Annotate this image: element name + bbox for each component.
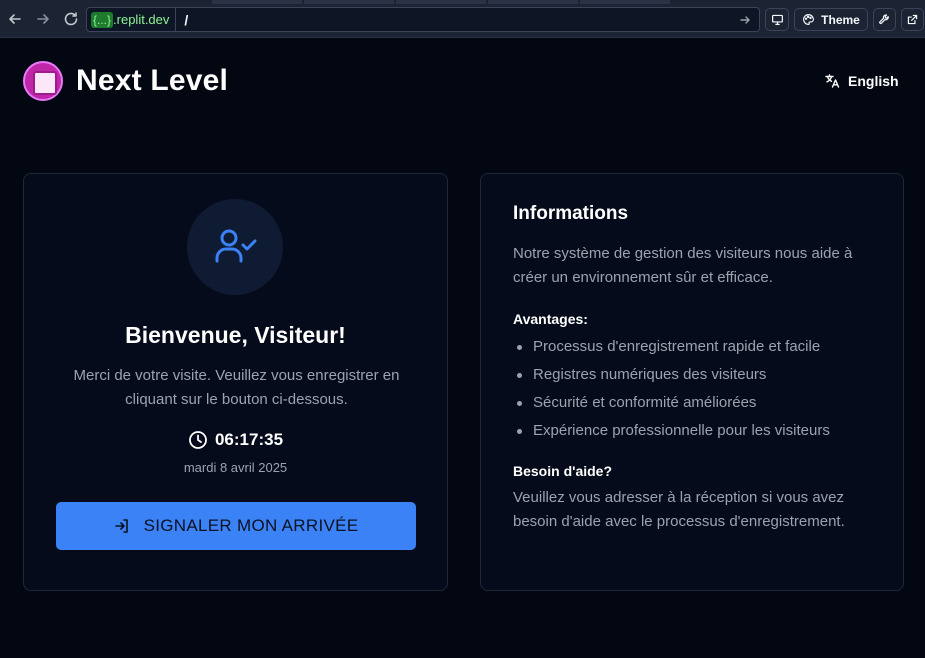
- url-path: /: [184, 11, 189, 28]
- checkin-button[interactable]: SIGNALER MON ARRIVÉE: [56, 502, 416, 550]
- info-title: Informations: [513, 203, 629, 224]
- list-item: Registres numériques des visiteurs: [513, 361, 888, 389]
- devtools-button[interactable]: [873, 8, 896, 31]
- monitor-icon: [771, 14, 783, 25]
- forward-button[interactable]: [33, 9, 53, 29]
- language-button[interactable]: English: [818, 68, 905, 94]
- reload-icon: [64, 12, 78, 26]
- current-date: mardi 8 avril 2025: [183, 460, 288, 475]
- clock-icon: [189, 431, 207, 449]
- list-item: Sécurité et conformité améliorées: [513, 389, 888, 417]
- open-new-tab-button[interactable]: [901, 8, 924, 31]
- welcome-text: Merci de votre visite. Veuillez vous enr…: [73, 367, 400, 408]
- language-label: English: [848, 73, 899, 89]
- welcome-card: Bienvenue, Visiteur! Merci de votre visi…: [23, 173, 448, 591]
- wrench-icon: [879, 14, 889, 25]
- welcome-title: Bienvenue, Visiteur!: [125, 322, 346, 348]
- translate-icon: [825, 74, 840, 88]
- url-badge: {...}: [91, 11, 114, 28]
- device-preview-button[interactable]: [765, 8, 789, 31]
- benefits-title: Avantages:: [513, 311, 588, 327]
- info-description: Notre système de gestion des visiteurs n…: [513, 245, 853, 286]
- reload-button[interactable]: [61, 9, 81, 29]
- checkin-label: SIGNALER MON ARRIVÉE: [143, 516, 359, 535]
- palette-icon: [803, 14, 815, 25]
- brand-title: Next Level: [76, 64, 229, 97]
- tab-strip: [0, 0, 925, 4]
- theme-button[interactable]: Theme: [794, 8, 868, 31]
- brand-logo: [23, 61, 63, 101]
- user-check-icon: [215, 229, 257, 263]
- arrow-left-icon: [9, 14, 21, 24]
- list-item: Expérience professionnelle pour les visi…: [513, 417, 888, 445]
- arrow-right-icon: [37, 14, 49, 24]
- url-domain: .replit.dev: [113, 12, 170, 27]
- external-link-icon: [907, 14, 918, 25]
- arrow-right-icon[interactable]: [737, 12, 753, 28]
- back-button[interactable]: [5, 9, 25, 29]
- url-bar[interactable]: {...} .replit.dev /: [86, 7, 760, 32]
- current-time: 06:17:35: [24, 430, 447, 450]
- url-host: {...} .replit.dev: [87, 8, 177, 31]
- time-value: 06:17:35: [214, 430, 284, 449]
- log-in-icon: [114, 519, 128, 533]
- info-card: Informations Notre système de gestion de…: [480, 173, 904, 591]
- avatar: [187, 199, 283, 295]
- browser-toolbar: {...} .replit.dev / Theme: [0, 0, 925, 38]
- theme-label: Theme: [821, 12, 860, 27]
- help-text: Veuillez vous adresser à la réception si…: [513, 489, 845, 530]
- benefits-list: Processus d'enregistrement rapide et fac…: [513, 333, 888, 445]
- help-title: Besoin d'aide?: [513, 463, 613, 479]
- list-item: Processus d'enregistrement rapide et fac…: [513, 333, 888, 361]
